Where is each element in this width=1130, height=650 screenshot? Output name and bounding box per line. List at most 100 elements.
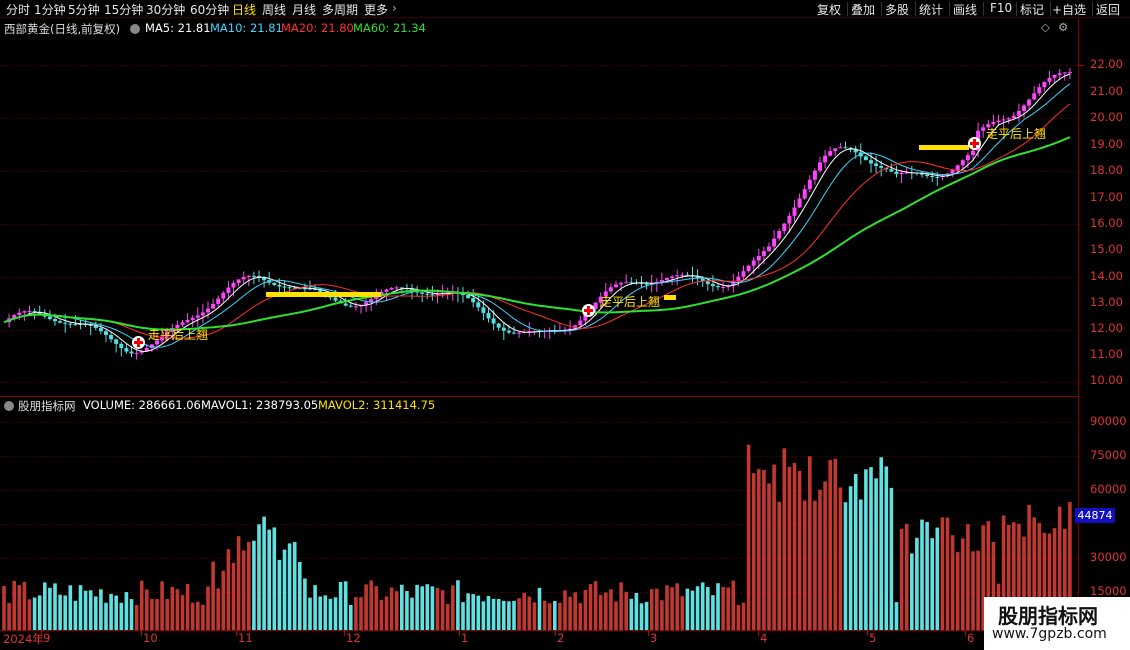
volume-bar bbox=[920, 519, 924, 630]
period-tab-30min[interactable]: 30分钟 bbox=[146, 1, 185, 18]
settings-gear-icon[interactable]: ⚙ bbox=[1058, 20, 1068, 34]
volume-bar bbox=[287, 543, 292, 630]
volume-bar bbox=[517, 598, 521, 630]
volume-bar bbox=[63, 595, 67, 630]
volume-bar bbox=[894, 602, 899, 630]
volume-bar bbox=[802, 500, 807, 630]
candle-body bbox=[955, 165, 960, 171]
period-tab-15min[interactable]: 15分钟 bbox=[104, 1, 143, 18]
candle-body bbox=[420, 292, 425, 294]
volume-bar bbox=[655, 588, 659, 630]
candle-body bbox=[1027, 99, 1032, 106]
candle-body bbox=[787, 215, 792, 224]
volume-bar bbox=[119, 602, 124, 630]
volume-bar bbox=[37, 595, 42, 630]
add-watchlist-button[interactable]: +自选 bbox=[1052, 1, 1086, 18]
candle-body bbox=[517, 332, 522, 334]
period-tab-daily[interactable]: 日线 bbox=[232, 1, 256, 18]
volume-bar bbox=[910, 553, 914, 630]
price-tick: 12.00 bbox=[1090, 321, 1123, 335]
candle-body bbox=[675, 275, 680, 277]
volume-bar bbox=[78, 585, 83, 630]
draw-line-button[interactable]: 画线 bbox=[953, 1, 977, 18]
candle-body bbox=[486, 312, 491, 319]
candle-body bbox=[950, 170, 955, 174]
volume-bar bbox=[333, 597, 338, 630]
volume-bar bbox=[680, 596, 685, 630]
volume-bar bbox=[236, 536, 241, 630]
volume-bar bbox=[670, 587, 674, 630]
signal-label: 走平后上翘 bbox=[600, 295, 661, 309]
diamond-icon[interactable]: ◇ bbox=[1041, 20, 1050, 34]
candle-body bbox=[741, 271, 746, 277]
volume-toggle-icon[interactable] bbox=[4, 401, 14, 411]
volume-bar bbox=[864, 469, 868, 630]
volume-bar bbox=[343, 581, 348, 630]
ma5-value: MA5: 21.81 bbox=[145, 21, 211, 35]
volume-bar bbox=[420, 586, 424, 630]
ma20-value: MA20: 21.80 bbox=[281, 21, 354, 35]
period-tab-60min[interactable]: 60分钟 bbox=[190, 1, 229, 18]
candle-body bbox=[119, 343, 124, 349]
volume-tick: 30000 bbox=[1090, 550, 1127, 564]
period-tab-5min[interactable]: 5分钟 bbox=[68, 1, 100, 18]
volume-bar bbox=[762, 469, 766, 630]
volume-bar bbox=[879, 457, 883, 630]
volume-bar bbox=[211, 561, 215, 630]
buy-signal-icon[interactable] bbox=[132, 336, 145, 349]
period-tab-weekly[interactable]: 周线 bbox=[262, 1, 286, 18]
candle-body bbox=[1001, 119, 1006, 121]
month-label: 6 bbox=[967, 631, 975, 645]
volume-bar bbox=[2, 585, 6, 630]
xaxis-divider bbox=[0, 630, 1078, 631]
multi-stock-button[interactable]: 多股 bbox=[885, 1, 909, 18]
volume-tick: 15000 bbox=[1090, 584, 1127, 598]
period-toolbar: 分时 1分钟 5分钟 15分钟 30分钟 60分钟 日线 周线 月线 多周期 更… bbox=[0, 0, 1130, 18]
toolbar-divider bbox=[847, 2, 848, 16]
period-tab-multi[interactable]: 多周期 bbox=[322, 1, 358, 18]
volume-bar bbox=[175, 589, 180, 630]
f10-button[interactable]: F10 bbox=[990, 1, 1012, 15]
volume-bar bbox=[145, 589, 149, 630]
volume-bar bbox=[410, 597, 414, 630]
mark-button[interactable]: 标记 bbox=[1020, 1, 1044, 18]
volume-bar bbox=[369, 580, 373, 630]
candle-body bbox=[98, 328, 103, 332]
buy-signal-icon[interactable] bbox=[582, 304, 595, 317]
back-button[interactable]: 返回 bbox=[1096, 1, 1120, 18]
candle-body bbox=[828, 151, 833, 156]
candle-body bbox=[863, 156, 868, 161]
period-tab-monthly[interactable]: 月线 bbox=[292, 1, 316, 18]
buy-signal-icon[interactable] bbox=[968, 137, 981, 150]
volume-bar bbox=[435, 587, 440, 630]
signal-label: 走平后上翘 bbox=[986, 127, 1047, 141]
month-label: 4 bbox=[760, 631, 768, 645]
overlay-button[interactable]: 叠加 bbox=[851, 1, 875, 18]
price-tick: 16.00 bbox=[1090, 216, 1123, 230]
volume-bar bbox=[639, 603, 644, 630]
volume-chart[interactable] bbox=[0, 397, 1078, 630]
fuquan-button[interactable]: 复权 bbox=[817, 1, 841, 18]
candle-body bbox=[710, 284, 715, 287]
period-tab-more[interactable]: 更多 bbox=[364, 1, 388, 18]
candle-body bbox=[216, 298, 221, 304]
candle-body bbox=[797, 198, 802, 208]
volume-bar bbox=[848, 486, 853, 630]
flat-segment-marker bbox=[266, 292, 381, 297]
period-tab-fenshi[interactable]: 分时 bbox=[6, 1, 30, 18]
volume-bar bbox=[675, 583, 679, 630]
statistics-button[interactable]: 统计 bbox=[919, 1, 943, 18]
volume-bar bbox=[808, 456, 812, 630]
volume-bar bbox=[221, 570, 226, 630]
period-tab-1min[interactable]: 1分钟 bbox=[34, 1, 66, 18]
candle-body bbox=[767, 246, 771, 252]
candle-body bbox=[614, 284, 618, 288]
volume-bar bbox=[537, 587, 542, 630]
candle-body bbox=[777, 230, 782, 239]
candle-body bbox=[935, 176, 940, 178]
indicator-toggle-icon[interactable] bbox=[130, 24, 140, 34]
more-chevron-icon[interactable]: › bbox=[392, 1, 397, 15]
volume-bar bbox=[869, 467, 873, 630]
volume-bar bbox=[160, 581, 164, 630]
candle-body bbox=[343, 303, 348, 306]
